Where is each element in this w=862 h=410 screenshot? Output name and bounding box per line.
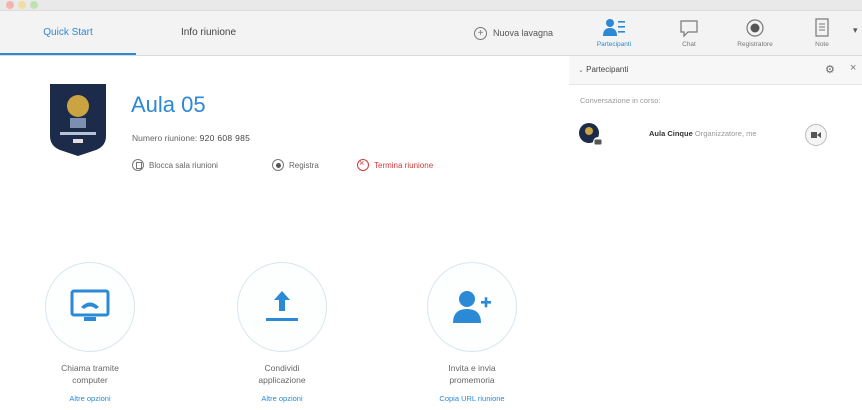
- call-via-computer-label: Chiama tramite computer: [35, 362, 145, 386]
- close-icon[interactable]: ×: [850, 62, 856, 74]
- window-title-bar: [0, 0, 862, 11]
- invite-button[interactable]: [427, 262, 517, 352]
- window-minimize-button[interactable]: [18, 1, 26, 9]
- record-icon: [746, 19, 764, 37]
- chevron-down-icon: ⌄: [578, 67, 584, 74]
- notes-label: Note: [815, 41, 829, 48]
- share-more-options-link[interactable]: Altre opzioni: [227, 394, 337, 403]
- participants-panel-title[interactable]: ⌄ Partecipanti: [578, 65, 628, 74]
- tile-label-line: applicazione: [258, 375, 306, 385]
- record-meeting-label: Registra: [289, 160, 319, 170]
- video-camera-icon: [811, 132, 821, 138]
- participant-avatar: [579, 123, 603, 147]
- share-application-label: Condividi applicazione: [227, 362, 337, 386]
- chevron-down-icon[interactable]: ▾: [853, 25, 858, 36]
- participants-panel: ⌄ Partecipanti ⚙ × Conversazione in cors…: [569, 56, 862, 410]
- tile-label-line: promemoria: [449, 375, 495, 385]
- tab-quick-start[interactable]: Quick Start: [0, 11, 136, 55]
- close-circle-icon: ×: [357, 158, 369, 171]
- tab-bar: Quick Start Info riunione + Nuova lavagn…: [0, 11, 862, 56]
- recorder-label: Registratore: [737, 41, 773, 48]
- upload-icon: [266, 291, 298, 321]
- record-dot-icon: [272, 159, 284, 171]
- tile-label-line: Chiama tramite: [61, 363, 119, 373]
- room-avatar: [50, 84, 106, 156]
- end-meeting-button[interactable]: × Termina riunione: [357, 158, 434, 171]
- tile-label-line: Condividi: [264, 363, 300, 373]
- computer-phone-icon: [70, 289, 110, 321]
- meeting-number-label: Numero riunione:: [132, 133, 198, 143]
- copy-meeting-url-link[interactable]: Copia URL riunione: [417, 394, 527, 403]
- new-layout-label: Nuova lavagna: [493, 28, 554, 38]
- call-more-options-link[interactable]: Altre opzioni: [35, 394, 145, 403]
- notes-icon: [815, 18, 829, 37]
- window-close-button[interactable]: [6, 1, 14, 9]
- lock-icon: [132, 159, 144, 171]
- meeting-number: Numero riunione: 920 608 985: [132, 133, 250, 143]
- window-zoom-button[interactable]: [30, 1, 38, 9]
- invite-tile: Invita e invia promemoria Copia URL riun…: [417, 262, 527, 403]
- meeting-number-value: 920 608 985: [199, 133, 251, 143]
- participant-row[interactable]: Aula Cinque Organizzatore, me: [578, 120, 856, 150]
- invite-label: Invita e invia promemoria: [417, 362, 527, 386]
- page-title: Aula 05: [131, 92, 206, 117]
- tab-info-riunione[interactable]: Info riunione: [136, 11, 281, 55]
- gear-icon[interactable]: ⚙: [825, 63, 835, 76]
- add-user-icon: [453, 291, 491, 323]
- lock-room-button[interactable]: Blocca sala riunioni: [132, 159, 218, 171]
- lock-room-label: Blocca sala riunioni: [149, 160, 218, 170]
- participants-button[interactable]: Partecipanti: [588, 11, 640, 55]
- share-application-button[interactable]: [237, 262, 327, 352]
- call-via-computer-tile: Chiama tramite computer Altre opzioni: [35, 262, 145, 403]
- participant-video-button[interactable]: [805, 124, 827, 146]
- participants-panel-title-text: Partecipanti: [586, 65, 629, 74]
- recorder-button[interactable]: Registratore: [729, 11, 781, 55]
- chat-icon: [680, 20, 698, 38]
- participants-icon: [603, 19, 625, 36]
- participant-name: Aula Cinque Organizzatore, me: [649, 129, 757, 138]
- call-via-computer-button[interactable]: [45, 262, 135, 352]
- tile-label-line: Invita e invia: [448, 363, 496, 373]
- plus-icon: +: [474, 26, 487, 40]
- end-meeting-label: Termina riunione: [374, 160, 434, 170]
- notes-button[interactable]: Note: [796, 11, 848, 55]
- chat-label: Chat: [682, 41, 696, 48]
- tile-label-line: computer: [72, 375, 108, 385]
- new-layout-button[interactable]: + Nuova lavagna: [474, 25, 553, 41]
- chat-button[interactable]: Chat: [663, 11, 715, 55]
- participants-panel-header: ⌄ Partecipanti ⚙ ×: [569, 56, 862, 85]
- participant-role: Organizzatore, me: [694, 129, 757, 138]
- participant-name-text: Aula Cinque: [649, 129, 693, 138]
- record-meeting-button[interactable]: Registra: [272, 159, 319, 171]
- participants-label: Partecipanti: [596, 41, 632, 48]
- section-heading: Conversazione in corso:: [580, 96, 661, 105]
- share-application-tile: Condividi applicazione Altre opzioni: [227, 262, 337, 403]
